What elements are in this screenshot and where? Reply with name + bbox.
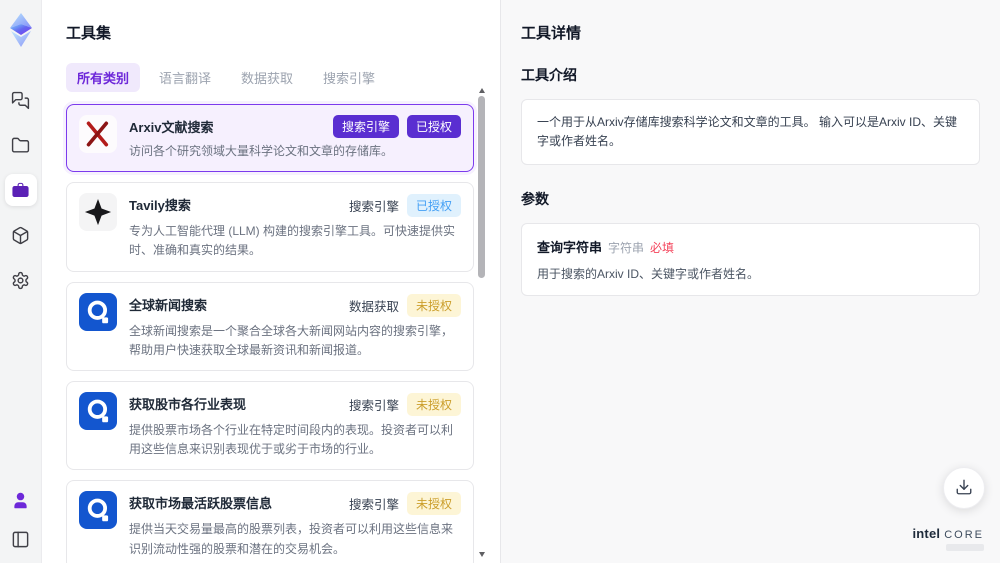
tool-description: 专为人工智能代理 (LLM) 构建的搜索引擎工具。可快速提供实时、准确和真实的结… [129,224,456,258]
status-badge: 未授权 [406,293,461,317]
category-label: 搜索引擎 [348,398,399,413]
tavily-star-logo-icon [79,193,117,232]
tool-name: 获取市场最活跃股票信息 [129,496,273,512]
icon-sidebar [0,0,42,563]
app-logo-icon [6,12,36,48]
tab-search-engine[interactable]: 搜索引擎 [312,63,386,92]
tab-all-categories[interactable]: 所有类别 [66,63,141,92]
tab-language-translation[interactable]: 语言翻译 [148,63,222,92]
param-box: 查询字符串 字符串 必填 用于搜索的Arxiv ID、关键字或作者姓名。 [521,223,980,297]
app-window: 工具集 所有类别 语言翻译 数据获取 搜索引擎 Arxiv文献搜索 搜索引擎 已… [0,0,1000,563]
param-description: 用于搜索的Arxiv ID、关键字或作者姓名。 [537,267,760,282]
intel-brand-text: intel [912,526,941,541]
chat-icon[interactable] [5,84,37,116]
tool-card[interactable]: Arxiv文献搜索 搜索引擎 已授权 访问各个研究领域大量科学论文和文章的存储库… [66,104,474,173]
intro-heading: 工具介绍 [521,67,577,83]
tool-description: 提供股票市场各个行业在特定时间段内的表现。投资者可以利用这些信息来识别表现优于或… [129,422,454,457]
tool-description: 全球新闻搜索是一个聚合全球各大新闻网站内容的搜索引擎，帮助用户快速获取全球最新资… [129,323,454,357]
tool-description: 提供当天交易量最高的股票列表，投资者可以利用这些信息来识别流动性强的股票和潜在的… [129,522,454,556]
settings-icon[interactable] [5,264,37,296]
tool-name: Arxiv文献搜索 [129,120,214,135]
status-badge: 已授权 [406,194,461,218]
tool-card[interactable]: 全球新闻搜索 数据获取 未授权 全球新闻搜索是一个聚合全球各大新闻网站内容的搜索… [66,281,474,371]
intro-text: 一个用于从Arxiv存储库搜索科学论文和文章的工具。 输入可以是Arxiv ID… [537,115,958,149]
package-icon[interactable] [5,219,37,251]
tab-data-fetch[interactable]: 数据获取 [230,63,304,92]
category-tabs: 所有类别 语言翻译 数据获取 搜索引擎 [66,63,474,92]
detail-title: 工具详情 [521,25,582,42]
list-scrollbar [478,88,486,557]
tool-card[interactable]: Tavily搜索 搜索引擎 已授权 专为人工智能代理 (LLM) 构建的搜索引擎… [66,182,474,272]
blue-search-logo-icon [79,491,117,530]
toolbox-icon[interactable] [4,174,37,206]
tool-card-list: Arxiv文献搜索 搜索引擎 已授权 访问各个研究领域大量科学论文和文章的存储库… [66,104,474,563]
category-label: 数据获取 [348,299,399,314]
scroll-down-arrow-icon[interactable] [479,552,485,557]
download-button[interactable] [943,467,985,509]
param-required-badge: 必填 [650,241,675,256]
scroll-up-arrow-icon[interactable] [479,88,485,93]
status-badge: 未授权 [406,392,461,416]
params-heading: 参数 [521,191,549,208]
tool-description: 访问各个研究领域大量科学论文和文章的存储库。 [129,144,394,158]
category-label: 搜索引擎 [348,498,399,513]
status-badge: 未授权 [406,492,461,516]
core-brand-text: CORE [944,529,984,541]
intro-box: 一个用于从Arxiv存储库搜索科学论文和文章的工具。 输入可以是Arxiv ID… [521,99,980,166]
tool-detail-panel: 工具详情 工具介绍 一个用于从Arxiv存储库搜索科学论文和文章的工具。 输入可… [500,0,1000,563]
tool-name: Tavily搜索 [129,198,191,214]
intel-core-logo: intel CORE [912,526,984,551]
tool-list-panel: 工具集 所有类别 语言翻译 数据获取 搜索引擎 Arxiv文献搜索 搜索引擎 已… [42,0,500,563]
category-label: 搜索引擎 [348,200,399,215]
sidebar-bottom [7,486,35,553]
tool-card[interactable]: 获取股市各行业表现 搜索引擎 未授权 提供股票市场各个行业在特定时间段内的表现。… [66,380,474,471]
panel-toggle-icon[interactable] [7,525,35,553]
arxiv-logo-icon [79,115,117,153]
blue-search-logo-icon [79,292,117,331]
brand-subline [946,544,984,551]
download-icon [955,478,973,499]
page-title: 工具集 [66,25,112,42]
status-badge: 已授权 [406,115,461,138]
scrollbar-thumb[interactable] [478,96,485,278]
blue-search-logo-icon [79,391,117,430]
sidebar-nav [4,84,37,296]
folder-icon[interactable] [5,129,37,161]
category-badge: 搜索引擎 [332,115,399,138]
param-name: 查询字符串 [537,240,603,256]
tool-name: 获取股市各行业表现 [129,396,247,412]
param-type: 字符串 [608,241,645,256]
tool-card[interactable]: 获取市场最活跃股票信息 搜索引擎 未授权 提供当天交易量最高的股票列表，投资者可… [66,480,474,563]
tool-name: 全球新闻搜索 [129,297,208,313]
account-icon[interactable] [7,486,35,514]
